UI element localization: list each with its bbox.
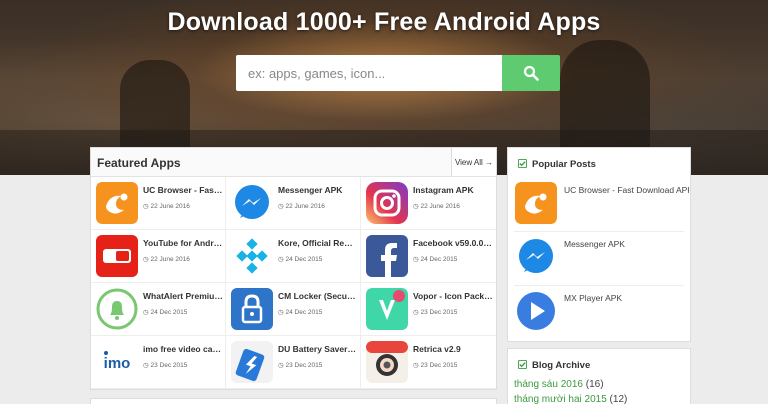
app-name[interactable]: Retrica v2.9 (413, 344, 493, 354)
app-date: ◷ 22 June 2016 (278, 203, 325, 210)
app-name[interactable]: Facebook v59.0.0.0.... (413, 238, 493, 248)
archive-month-link[interactable]: tháng sáu 2016 (514, 379, 583, 390)
featured-apps-title: Featured Apps (97, 156, 181, 170)
bell-icon (96, 288, 138, 330)
next-section-panel (90, 398, 497, 404)
archive-count: (12) (609, 394, 628, 404)
svg-text:imo: imo (104, 355, 131, 372)
archive-item[interactable]: tháng sáu 2016 (16) (514, 379, 604, 390)
app-name[interactable]: Kore, Official Remot... (278, 238, 358, 248)
search-button[interactable] (502, 55, 560, 91)
app-date: ◷ 24 Dec 2015 (413, 256, 458, 263)
uc-browser-icon (96, 182, 138, 224)
archive-month-link[interactable]: tháng mười hai 2015 (514, 394, 607, 404)
blog-archive-title: Blog Archive (532, 360, 591, 371)
app-date: ◷ 23 Dec 2015 (143, 362, 188, 369)
popular-post-title[interactable]: UC Browser - Fast Download APK (564, 185, 689, 195)
battery-icon (231, 341, 273, 383)
uc-browser-icon (515, 182, 557, 224)
app-name[interactable]: Instagram APK (413, 185, 493, 195)
app-date: ◷ 24 Dec 2015 (143, 309, 188, 316)
app-card[interactable]: Messenger APK ◷ 22 June 2016 (226, 177, 361, 230)
app-name[interactable]: CM Locker (Secure &... (278, 291, 358, 301)
kodi-icon (231, 235, 273, 277)
app-card[interactable]: Facebook v59.0.0.0.... ◷ 24 Dec 2015 (361, 230, 496, 283)
app-card[interactable]: CM Locker (Secure &... ◷ 24 Dec 2015 (226, 283, 361, 336)
popular-post-title[interactable]: Messenger APK (564, 239, 689, 249)
archive-item[interactable]: tháng mười hai 2015 (12) (514, 394, 627, 404)
archive-count: (16) (585, 379, 604, 390)
featured-apps-grid: UC Browser - Fast D... ◷ 22 June 2016 Me… (91, 177, 496, 389)
app-date: ◷ 23 Dec 2015 (278, 362, 323, 369)
app-card[interactable]: Instagram APK ◷ 22 June 2016 (361, 177, 496, 230)
app-card[interactable]: DU Battery Saver&P... ◷ 23 Dec 2015 (226, 336, 361, 389)
app-date: ◷ 22 June 2016 (413, 203, 460, 210)
instagram-icon (366, 182, 408, 224)
play-icon (515, 290, 557, 332)
search-bar (236, 55, 560, 91)
app-card[interactable]: UC Browser - Fast D... ◷ 22 June 2016 (91, 177, 226, 230)
app-name[interactable]: Vopor - Icon Pack v5.... (413, 291, 493, 301)
popular-post-item[interactable]: Messenger APK (514, 232, 684, 286)
popular-post-item[interactable]: UC Browser - Fast Download APK (514, 178, 689, 232)
app-card[interactable]: Vopor - Icon Pack v5.... ◷ 23 Dec 2015 (361, 283, 496, 336)
popular-posts-header: Popular Posts (508, 148, 690, 178)
vopor-icon (366, 288, 408, 330)
popular-post-title[interactable]: MX Player APK (564, 293, 689, 303)
blog-archive-header: Blog Archive (508, 349, 690, 379)
app-date: ◷ 24 Dec 2015 (278, 309, 323, 316)
youtube-icon (96, 235, 138, 277)
camera-icon (366, 341, 408, 383)
app-name[interactable]: WhatAlert Premium ... (143, 291, 223, 301)
hero-title: Download 1000+ Free Android Apps (167, 8, 601, 36)
check-square-icon (518, 159, 527, 168)
messenger-icon (231, 182, 273, 224)
featured-apps-header: Featured Apps View All → (91, 148, 496, 177)
app-card[interactable]: YouTube for Android... ◷ 22 June 2016 (91, 230, 226, 283)
popular-posts-panel: Popular Posts UC Browser - Fast Download… (507, 147, 691, 342)
check-square-icon (518, 360, 527, 369)
featured-apps-panel: Featured Apps View All → UC Browser - Fa… (90, 147, 497, 390)
messenger-icon (515, 236, 557, 278)
imo-icon: imo (96, 341, 138, 383)
app-name[interactable]: UC Browser - Fast D... (143, 185, 223, 195)
app-name[interactable]: DU Battery Saver&P... (278, 344, 358, 354)
blog-archive-panel: Blog Archive tháng sáu 2016 (16) tháng m… (507, 348, 691, 404)
app-date: ◷ 22 June 2016 (143, 203, 190, 210)
app-card[interactable]: Retrica v2.9 ◷ 23 Dec 2015 (361, 336, 496, 389)
popular-post-item[interactable]: MX Player APK (514, 286, 684, 340)
app-card[interactable]: imo imo free video calls a... ◷ 23 Dec 2… (91, 336, 226, 389)
app-date: ◷ 22 June 2016 (143, 256, 190, 263)
facebook-icon (366, 235, 408, 277)
app-card[interactable]: WhatAlert Premium ... ◷ 24 Dec 2015 (91, 283, 226, 336)
search-icon (523, 65, 539, 81)
app-name[interactable]: YouTube for Android... (143, 238, 223, 248)
popular-posts-title: Popular Posts (532, 159, 596, 170)
view-all-link[interactable]: View All → (451, 148, 496, 176)
app-date: ◷ 23 Dec 2015 (413, 309, 458, 316)
lock-icon (231, 288, 273, 330)
app-name[interactable]: imo free video calls a... (143, 344, 223, 354)
app-name[interactable]: Messenger APK (278, 185, 358, 195)
app-date: ◷ 24 Dec 2015 (278, 256, 323, 263)
app-date: ◷ 23 Dec 2015 (413, 362, 458, 369)
app-card[interactable]: Kore, Official Remot... ◷ 24 Dec 2015 (226, 230, 361, 283)
search-input[interactable] (236, 55, 502, 91)
